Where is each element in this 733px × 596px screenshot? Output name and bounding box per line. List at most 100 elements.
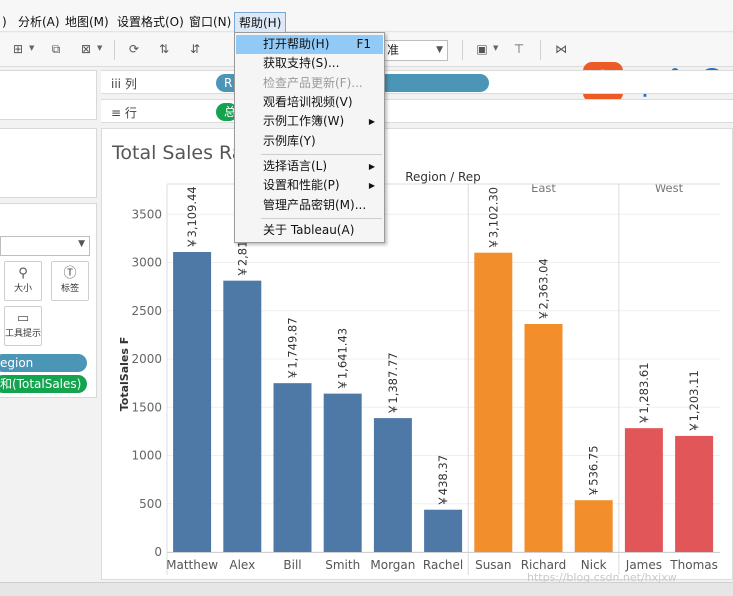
y-tick-label: 2500 [131, 304, 162, 318]
fit-select[interactable]: 准 ▼ [380, 40, 448, 61]
toolbar-separator [540, 40, 541, 60]
menu-about-tableau-label: 关于 Tableau(A) [263, 223, 355, 237]
data-label: ￥2,363.04 [537, 258, 551, 321]
bar [675, 435, 714, 552]
menu-item-help[interactable]: 帮助(H) [234, 12, 287, 32]
tooltip-icon: ▭ [16, 311, 30, 326]
group-header: West [655, 181, 684, 195]
presentation-icon[interactable]: ⊤ [511, 42, 527, 56]
size-button[interactable]: ⚲ 大小 [4, 261, 42, 301]
data-label: ￥438.37 [436, 455, 450, 507]
marks-region-pill[interactable]: egion [0, 354, 87, 372]
x-tick-label: Susan [475, 558, 511, 572]
bar [474, 252, 513, 552]
bar [223, 280, 262, 552]
chart-header: Region / Rep [405, 170, 481, 184]
shortcut-label: F1 [356, 37, 371, 51]
x-tick-label: Nick [581, 558, 607, 572]
menu-item-format[interactable]: 设置格式(O) [115, 12, 186, 32]
x-tick-label: Richard [521, 558, 567, 572]
x-tick-label: Morgan [370, 558, 415, 572]
menu-about-tableau[interactable]: 关于 Tableau(A) [236, 221, 383, 240]
columns-shelf[interactable]: iii 列 R [101, 70, 733, 94]
duplicate-icon[interactable]: ⧉ [48, 42, 64, 56]
menu-settings-performance-label: 设置和性能(P) [263, 178, 340, 192]
x-tick-label: James [625, 558, 662, 572]
rows-shelf[interactable]: ≡ 行 总 [101, 99, 733, 123]
y-tick-label: 1000 [131, 449, 162, 463]
menu-open-help[interactable]: 打开帮助(H) F1 [236, 35, 383, 54]
submenu-arrow-icon: ▶ [368, 117, 375, 126]
y-tick-label: 1500 [131, 400, 162, 414]
bar [173, 251, 212, 552]
rows-shelf-label: ≡ 行 [111, 104, 137, 121]
menu-sample-workbooks[interactable]: 示例工作簿(W) ▶ [236, 112, 383, 131]
chart-title: Total Sales Ra [111, 142, 243, 164]
y-tick-label: 3000 [131, 256, 162, 270]
data-label: ￥1,203.11 [687, 370, 701, 433]
data-label: ￥536.75 [587, 445, 601, 497]
menubar: ) 分析(A) 地图(M) 设置格式(O) 窗口(N) 帮助(H) [0, 0, 733, 32]
bar [323, 393, 362, 552]
y-tick-label: 0 [154, 545, 162, 559]
bar [574, 500, 613, 552]
menu-open-help-label: 打开帮助(H) [263, 37, 330, 51]
menu-manage-product-keys-label: 管理产品密钥(M)... [263, 198, 367, 212]
data-label: ￥3,102.30 [486, 187, 500, 250]
filters-card [0, 128, 97, 198]
menu-training-videos[interactable]: 观看培训视频(V) [236, 93, 383, 112]
new-worksheet-icon[interactable]: ⊞ [10, 42, 26, 56]
chevron-down-icon[interactable]: ▼ [493, 44, 498, 52]
menu-item-map[interactable]: 地图(M) [63, 12, 111, 32]
x-tick-label: Smith [325, 558, 360, 572]
menu-get-support[interactable]: 获取支持(S)... [236, 54, 383, 73]
marks-sum-pill[interactable]: 和(TotalSales) [0, 375, 87, 393]
watermark: https://blog.csdn.net/hxjxw [527, 571, 677, 584]
menu-settings-performance[interactable]: 设置和性能(P) ▶ [236, 176, 383, 195]
submenu-arrow-icon: ▶ [368, 162, 375, 171]
size-icon: ⚲ [18, 266, 28, 281]
y-tick-label: 500 [139, 497, 162, 511]
mark-type-select[interactable]: ▼ [0, 236, 90, 256]
menu-item-analysis[interactable]: 分析(A) [16, 12, 62, 32]
y-axis-label: TotalSales F [118, 337, 131, 412]
sort-descending-icon[interactable]: ⇵ [187, 42, 203, 56]
data-label: ￥3,109.44 [185, 186, 199, 249]
y-tick-label: 3500 [131, 207, 162, 221]
menu-choose-language[interactable]: 选择语言(L) ▶ [236, 157, 383, 176]
bar [273, 383, 312, 552]
text-label-icon: Ⓣ [63, 266, 77, 281]
menu-get-support-label: 获取支持(S)... [263, 56, 340, 70]
bar [624, 428, 663, 552]
data-label: ￥1,283.61 [637, 362, 651, 425]
menu-item-edit[interactable]: ) [0, 12, 9, 32]
status-bar [0, 582, 733, 596]
columns-label-text: 列 [124, 77, 137, 91]
clear-sheet-icon[interactable]: ⊠ [78, 42, 94, 56]
menu-choose-language-label: 选择语言(L) [263, 159, 328, 173]
x-tick-label: Bill [283, 558, 301, 572]
bar [424, 509, 463, 552]
chevron-down-icon[interactable]: ▼ [29, 44, 34, 52]
columns-icon: iii [111, 77, 122, 91]
x-tick-label: Alex [229, 558, 255, 572]
sort-ascending-icon[interactable]: ⇅ [156, 42, 172, 56]
rows-icon: ≡ [111, 106, 122, 120]
show-me-icon[interactable]: ▣ [474, 42, 490, 56]
share-icon[interactable]: ⋈ [553, 42, 569, 56]
group-icon[interactable]: ⟳ [126, 42, 142, 56]
data-label: ￥1,641.43 [336, 328, 350, 391]
bar [524, 323, 563, 552]
group-header: East [531, 181, 556, 195]
menu-sample-gallery-label: 示例库(Y) [263, 134, 316, 148]
x-tick-label: Matthew [166, 558, 218, 572]
menu-item-window[interactable]: 窗口(N) [187, 12, 233, 32]
menu-separator [261, 154, 382, 155]
menu-manage-product-keys[interactable]: 管理产品密钥(M)... [236, 196, 383, 215]
x-tick-label: Thomas [669, 558, 718, 572]
label-button[interactable]: Ⓣ 标签 [51, 261, 89, 301]
chevron-down-icon[interactable]: ▼ [97, 44, 102, 52]
menu-training-videos-label: 观看培训视频(V) [263, 95, 353, 109]
menu-sample-gallery[interactable]: 示例库(Y) [236, 132, 383, 151]
tooltip-button[interactable]: ▭ 工具提示 [4, 306, 42, 346]
